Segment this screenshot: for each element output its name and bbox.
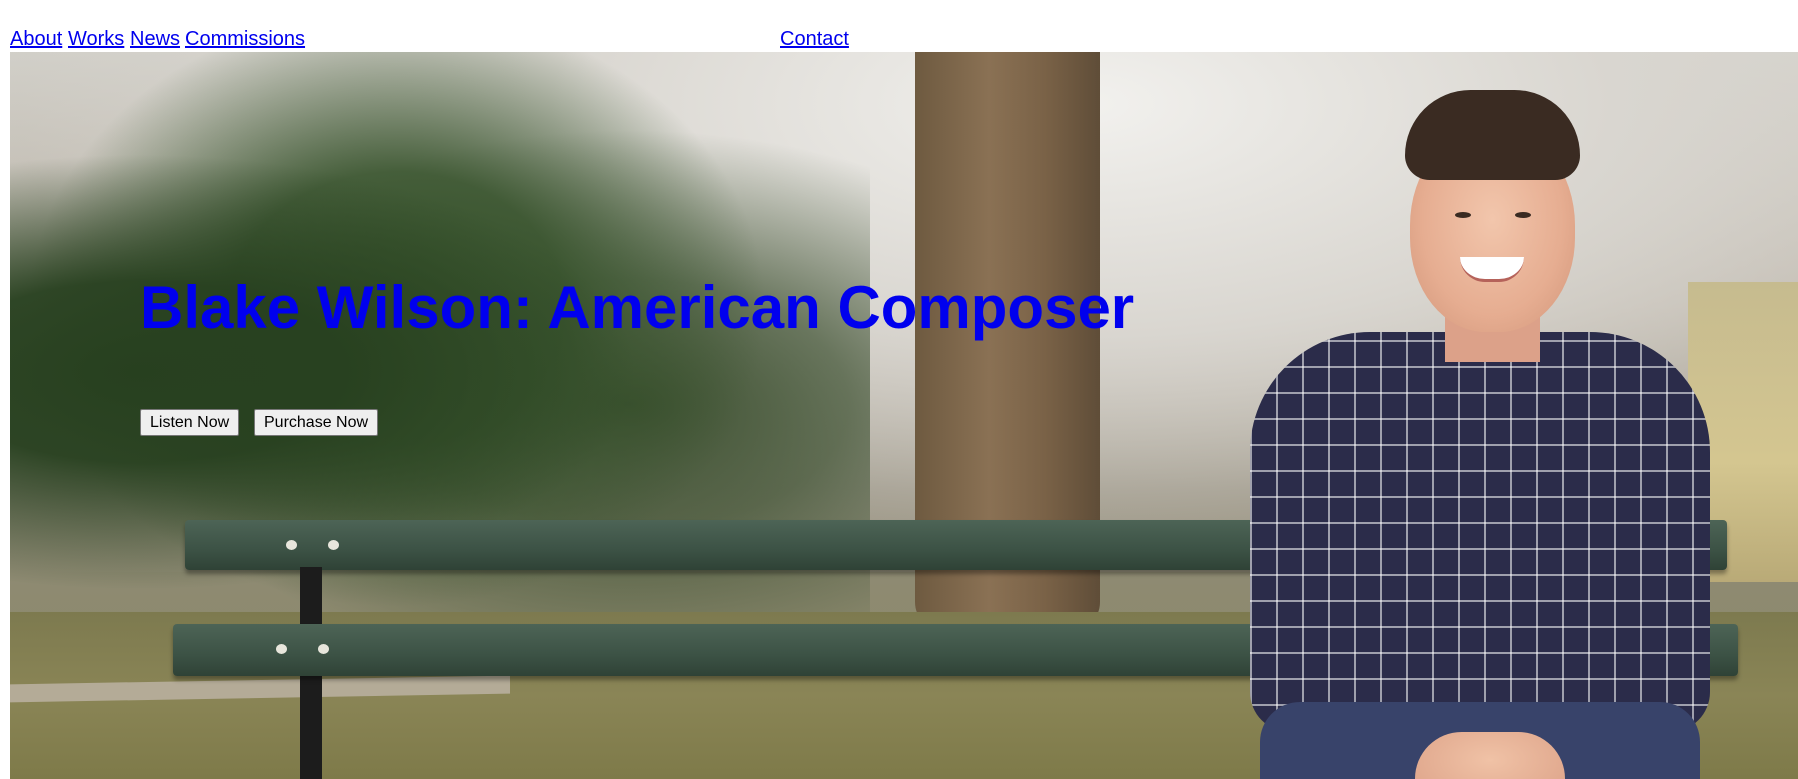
bench-bolt — [318, 644, 329, 654]
plaid-shirt — [1250, 332, 1710, 732]
clasped-hands — [1415, 732, 1565, 779]
top-nav: About Works News Commissions Contact — [10, 27, 1790, 51]
listen-now-button[interactable]: Listen Now — [140, 409, 240, 436]
bench-bolt — [286, 540, 297, 550]
nav-link-news[interactable]: News — [130, 27, 180, 51]
right-eye — [1515, 212, 1531, 218]
nav-link-contact[interactable]: Contact — [780, 27, 849, 51]
left-eye — [1455, 212, 1471, 218]
nav-link-about[interactable]: About — [10, 27, 62, 51]
composer-portrait — [1250, 82, 1710, 779]
nav-link-commissions[interactable]: Commissions — [185, 27, 305, 51]
bench-bolt — [328, 540, 339, 550]
hero-evergreen-trees — [10, 52, 870, 692]
purchase-now-button[interactable]: Purchase Now — [254, 409, 379, 436]
hero-title: Blake Wilson: American Composer — [140, 274, 1135, 341]
hair — [1405, 90, 1580, 180]
nav-link-works[interactable]: Works — [68, 27, 124, 51]
hero-section: Blake Wilson: American Composer Listen N… — [10, 52, 1798, 779]
bench-bolt — [276, 644, 287, 654]
